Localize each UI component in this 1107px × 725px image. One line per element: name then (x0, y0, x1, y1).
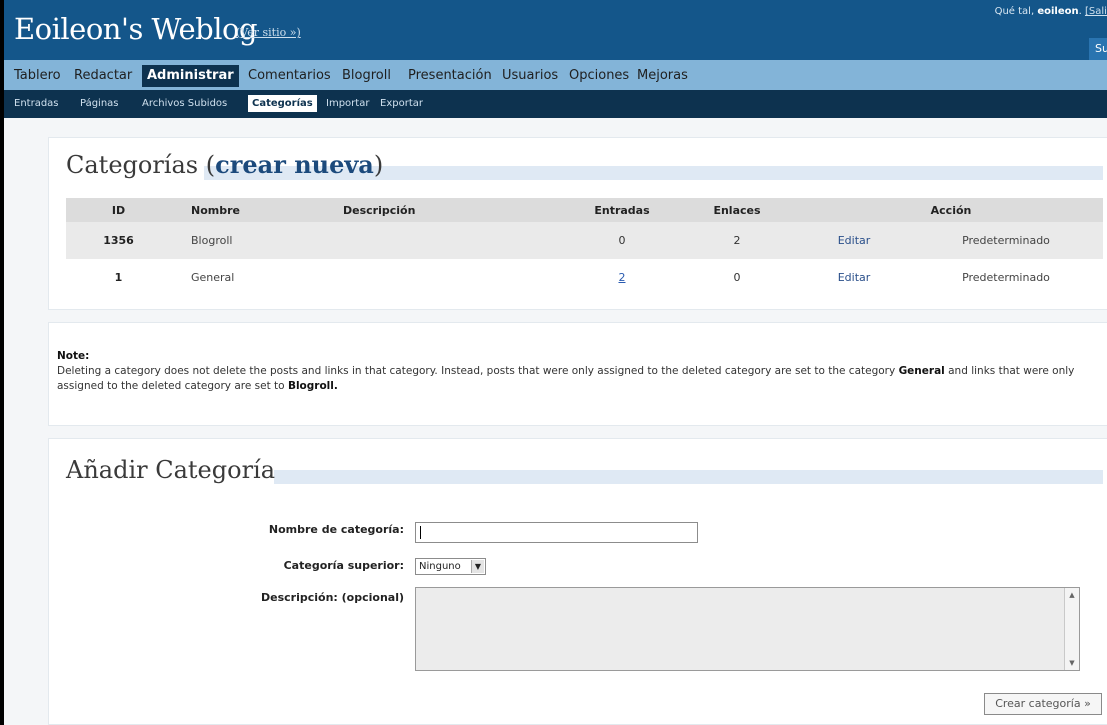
category-id: 1 (114, 271, 123, 284)
textarea-scrollbar[interactable]: ▲ ▼ (1064, 588, 1079, 670)
menu-presentacion[interactable]: Presentación (408, 68, 492, 83)
categories-heading: Categorías (crear nueva) (66, 150, 384, 179)
category-name: General (191, 271, 235, 284)
blog-title: Eoileon's Weblog (14, 12, 258, 46)
category-links-count: 2 (675, 222, 799, 259)
note-label: Note (57, 350, 86, 362)
create-category-button[interactable]: Crear categoría » (984, 693, 1102, 715)
menu-usuarios[interactable]: Usuarios (502, 68, 558, 83)
category-id: 1356 (66, 222, 171, 259)
note-blogroll: Blogroll. (287, 380, 338, 392)
username: eoileon (1037, 6, 1079, 17)
table-header-row: ID Nombre Descripción Entradas Enlaces A… (66, 198, 1103, 222)
add-category-heading: Añadir Categoría (66, 456, 276, 484)
category-posts-link[interactable]: 2 (619, 271, 626, 284)
menu-administrar[interactable]: Administrar (142, 65, 239, 87)
category-name-label: Nombre de categoría: (268, 523, 404, 536)
logout-link[interactable]: [Salir (1085, 6, 1107, 17)
title-underline (274, 470, 1103, 484)
category-name-input[interactable] (415, 522, 698, 543)
note-text-1: Deleting a category does not delete the … (57, 365, 896, 377)
submenu-entradas[interactable]: Entradas (14, 98, 59, 109)
scroll-up-icon[interactable]: ▲ (1065, 588, 1079, 602)
menu-mejoras[interactable]: Mejoras (637, 68, 688, 83)
column-header-id: ID (66, 198, 171, 222)
menu-tablero[interactable]: Tablero (14, 68, 61, 83)
category-posts-cell: 2 (569, 259, 675, 296)
categories-table: ID Nombre Descripción Entradas Enlaces A… (66, 198, 1103, 296)
note-general: General (898, 365, 945, 377)
column-header-descripcion: Descripción (323, 198, 569, 222)
note-text: Note: Deleting a category does not delet… (57, 350, 1075, 392)
menu-redactar[interactable]: Redactar (74, 68, 132, 83)
description-label: Descripción: (opcional) (261, 591, 404, 604)
column-header-enlaces: Enlaces (675, 198, 799, 222)
description-textarea[interactable]: ▲ ▼ (415, 587, 1080, 671)
table-row: 1 General 2 0 Editar Predeterminado (66, 259, 1103, 296)
view-site-link[interactable]: (Ver sitio ») (236, 26, 301, 39)
category-description (323, 259, 569, 296)
user-greeting: Qué tal, eoileon. [Salir (995, 6, 1107, 17)
category-name: Blogroll (171, 222, 323, 259)
parent-category-label: Categoría superior: (283, 559, 404, 572)
menu-comentarios[interactable]: Comentarios (248, 68, 331, 83)
column-header-accion: Acción (799, 198, 1103, 222)
column-header-entradas: Entradas (569, 198, 675, 222)
table-row: 1356 Blogroll 0 2 Editar Predeterminado (66, 222, 1103, 259)
categories-title: Categorías (66, 151, 199, 179)
sub-menu: Entradas Páginas Archivos Subidos Catego… (4, 90, 1107, 118)
submenu-exportar[interactable]: Exportar (380, 98, 423, 109)
edit-category-link[interactable]: Editar (799, 222, 909, 259)
menu-blogroll[interactable]: Blogroll (342, 68, 391, 83)
category-links-count: 0 (733, 271, 741, 284)
scroll-down-icon[interactable]: ▼ (1065, 656, 1079, 670)
create-new-link[interactable]: crear nueva (215, 150, 374, 179)
admin-window: Eoileon's Weblog (Ver sitio ») Qué tal, … (0, 0, 1107, 725)
admin-header: Eoileon's Weblog (Ver sitio ») Qué tal, … (4, 0, 1107, 61)
submenu-paginas[interactable]: Páginas (80, 98, 119, 109)
category-default-label: Predeterminado (962, 271, 1050, 284)
greeting-prefix: Qué tal, (994, 6, 1035, 17)
chevron-down-icon[interactable]: ▼ (471, 560, 484, 573)
corner-button[interactable]: Su (1089, 38, 1107, 60)
edit-category-link[interactable]: Editar (799, 259, 909, 296)
parent-category-selected: Ninguno (419, 561, 461, 572)
category-default-label: Predeterminado (909, 222, 1103, 259)
submenu-archivos-subidos[interactable]: Archivos Subidos (142, 98, 227, 109)
category-posts-count: 0 (569, 222, 675, 259)
submenu-categorias[interactable]: Categorías (248, 95, 317, 112)
category-description (323, 222, 569, 259)
main-menu: Tablero Redactar Administrar Comentarios… (4, 60, 1107, 90)
text-caret (420, 526, 421, 539)
column-header-nombre: Nombre (171, 198, 323, 222)
parent-category-select[interactable]: Ninguno ▼ (415, 558, 486, 575)
menu-opciones[interactable]: Opciones (569, 68, 629, 83)
submenu-importar[interactable]: Importar (326, 98, 369, 109)
